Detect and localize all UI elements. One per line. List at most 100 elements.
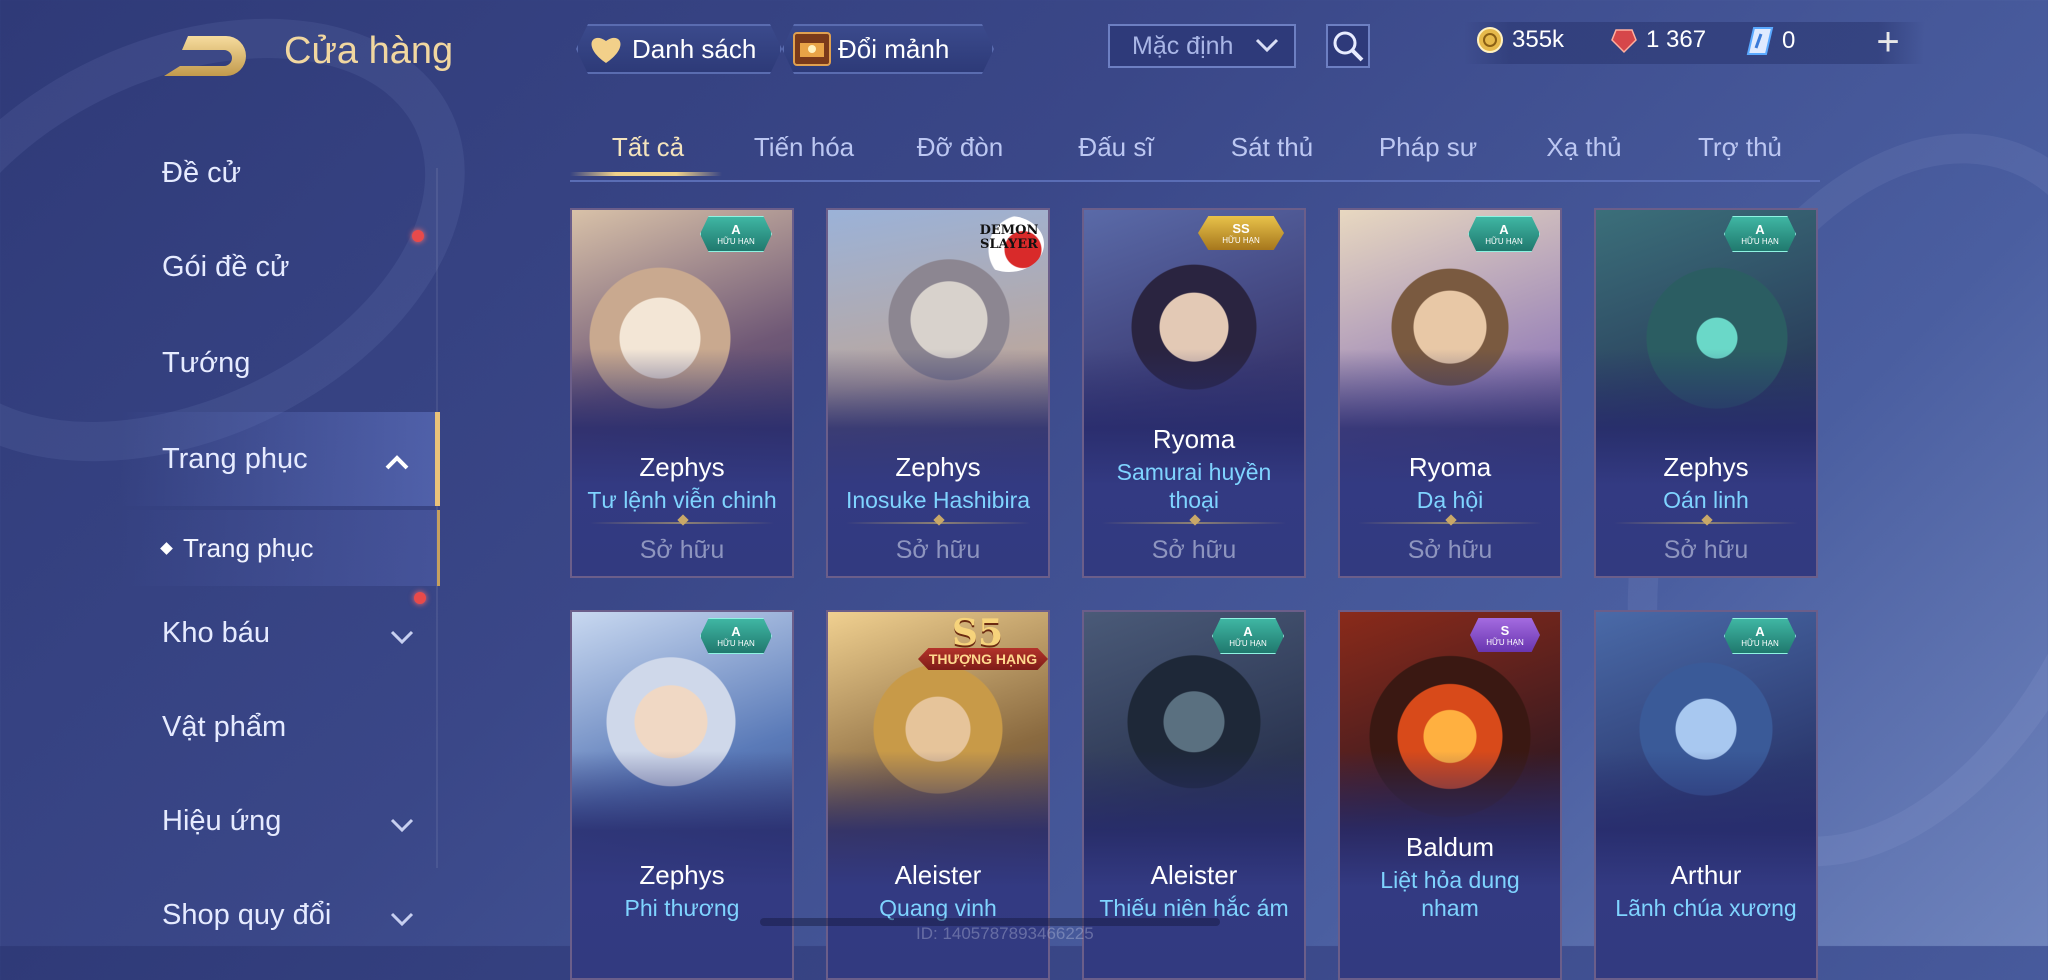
collab-badge: DEMON SLAYER xyxy=(974,216,1044,272)
ruby-amount: 1 367 xyxy=(1646,26,1707,53)
hero-name: Zephys xyxy=(895,452,981,482)
chevron-down-icon xyxy=(388,904,416,937)
sidebar-item-label: Trang phục xyxy=(162,442,308,475)
wishlist-button[interactable]: Danh sách xyxy=(576,24,782,74)
back-arrow-icon xyxy=(164,36,246,76)
sidebar-item-recommended[interactable]: Đề cử xyxy=(120,128,440,218)
sidebar-item-items[interactable]: Vật phẩm xyxy=(120,682,440,772)
tab-all[interactable]: Tất cả xyxy=(570,132,726,163)
wishlist-label: Danh sách xyxy=(632,33,757,64)
grade-badge: A HỮU HẠN xyxy=(1724,216,1796,252)
tab-assassin[interactable]: Sát thủ xyxy=(1194,132,1350,163)
grade-badge: A HỮU HẠN xyxy=(700,216,772,252)
tab-support[interactable]: Trợ thủ xyxy=(1662,132,1818,163)
search-icon xyxy=(1333,31,1364,62)
sort-dropdown[interactable]: Mặc định xyxy=(1108,24,1296,68)
chevron-down-icon xyxy=(388,810,416,843)
skin-name-line2: thoại xyxy=(1169,487,1219,513)
skin-card[interactable]: A HỮU HẠN Zephys Oán linh Sở hữu xyxy=(1594,208,1818,578)
owned-status: Sở hữu xyxy=(1151,536,1237,564)
sidebar-item-skins[interactable]: Trang phục xyxy=(120,412,440,506)
skin-name: Inosuke Hashibira xyxy=(845,487,1031,513)
tab-evolution[interactable]: Tiến hóa xyxy=(726,132,882,163)
skin-name: Dạ hội xyxy=(1416,487,1484,513)
hero-name: Ryoma xyxy=(1152,424,1236,454)
grade-badge: SS HỮU HẠN xyxy=(1198,216,1284,250)
user-id-watermark: ID: 1405787893466225 xyxy=(916,924,1094,943)
owned-status: Sở hữu xyxy=(639,536,725,564)
hero-name: Arthur xyxy=(1670,860,1742,890)
hero-name: Aleister xyxy=(894,860,982,890)
tab-fighter[interactable]: Đấu sĩ xyxy=(1038,132,1194,163)
grade-badge: A HỮU HẠN xyxy=(1212,618,1284,654)
gold-amount: 355k xyxy=(1512,26,1565,53)
category-tabs: Tất cả Tiến hóa Đỡ đòn Đấu sĩ Sát thủ Ph… xyxy=(570,120,1820,182)
voucher-amount: 0 xyxy=(1782,27,1796,54)
skin-name: Oán linh xyxy=(1663,487,1749,513)
hero-name: Zephys xyxy=(639,452,725,482)
grade-badge: A HỮU HẠN xyxy=(1724,618,1796,654)
back-button[interactable] xyxy=(160,30,250,80)
hero-name: Baldum xyxy=(1405,832,1495,862)
exchange-label: Đổi mảnh xyxy=(838,33,950,64)
active-tab-underline xyxy=(570,172,722,176)
grade-badge: A HỮU HẠN xyxy=(1468,216,1540,252)
notification-dot xyxy=(412,230,424,242)
grade-badge: S HỮU HẠN xyxy=(1470,618,1540,652)
chevron-down-icon xyxy=(388,622,416,655)
skin-card[interactable]: S HỮU HẠN Baldum Liệt hỏa dung nham xyxy=(1338,610,1562,980)
page-title: Cửa hàng xyxy=(284,30,454,72)
gold-coin-icon xyxy=(1477,27,1503,53)
skin-card[interactable]: A HỮU HẠN Ryoma Dạ hội Sở hữu xyxy=(1338,208,1562,578)
ruby-balance: 1 367 xyxy=(1610,26,1706,54)
sidebar-item-label: Hiệu ứng xyxy=(162,804,282,837)
skin-card[interactable]: SS HỮU HẠN Ryoma Samurai huyền thoại Sở h… xyxy=(1082,208,1306,578)
gold-balance: 355k xyxy=(1476,26,1564,54)
tab-marksman[interactable]: Xạ thủ xyxy=(1506,132,1662,163)
heart-icon xyxy=(586,31,626,67)
sidebar-item-heroes[interactable]: Tướng xyxy=(120,318,440,408)
sidebar-subitem-skins[interactable]: Trang phục xyxy=(120,510,440,586)
ruby-gem-icon xyxy=(1611,29,1637,54)
skin-card[interactable]: DEMON SLAYER Zephys Inosuke Hashibira Sở… xyxy=(826,208,1050,578)
bullet-diamond-icon xyxy=(160,541,173,555)
treasure-chest-icon xyxy=(792,31,832,67)
skin-name-line2: nham xyxy=(1421,895,1479,921)
sidebar-item-bundles[interactable]: Gói đề cử xyxy=(120,222,440,312)
sidebar-item-label: Đề cử xyxy=(162,156,242,189)
rank-label: THƯỢNG HẠNG xyxy=(918,648,1048,670)
top-up-plus-button[interactable]: + xyxy=(1870,22,1906,62)
sidebar-item-label: Vật phẩm xyxy=(162,710,287,743)
skin-card[interactable]: A HỮU HẠN Zephys Tư lệnh viễn chinh Sở hữ… xyxy=(570,208,794,578)
owned-status: Sở hữu xyxy=(1663,536,1749,564)
hero-name: Aleister xyxy=(1150,860,1238,890)
search-button[interactable] xyxy=(1326,24,1370,68)
exchange-shards-button[interactable]: Đổi mảnh xyxy=(782,24,994,74)
owned-status: Sở hữu xyxy=(1407,536,1493,564)
rank-reward-badge: S5 THƯỢNG HẠNG xyxy=(918,612,1048,672)
sidebar-item-treasure[interactable]: Kho báu xyxy=(120,588,440,678)
skin-name: Phi thương xyxy=(624,895,740,921)
voucher-card-icon xyxy=(1746,27,1774,55)
grade-badge: A HỮU HẠN xyxy=(700,618,772,654)
sidebar-item-label: Gói đề cử xyxy=(162,250,290,283)
tab-tank[interactable]: Đỡ đòn xyxy=(882,132,1038,163)
sidebar-item-label: Shop quy đổi xyxy=(162,898,332,931)
owned-status: Sở hữu xyxy=(895,536,981,564)
notification-dot xyxy=(414,592,426,604)
tab-mage[interactable]: Pháp sư xyxy=(1350,132,1506,163)
skin-name: Tư lệnh viễn chinh xyxy=(587,487,777,513)
skin-name: Liệt hỏa dung xyxy=(1380,867,1520,893)
sidebar-subitem-label: Trang phục xyxy=(183,532,314,563)
sidebar-item-label: Tướng xyxy=(162,346,251,379)
sidebar-item-effects[interactable]: Hiệu ứng xyxy=(120,776,440,866)
skin-name: Samurai huyền xyxy=(1116,459,1272,485)
sidebar-item-exchange-shop[interactable]: Shop quy đổi xyxy=(120,870,440,960)
chevron-down-icon xyxy=(1254,34,1280,63)
hero-name: Ryoma xyxy=(1408,452,1492,482)
season-rank: S5 xyxy=(952,612,1004,654)
chevron-up-icon xyxy=(383,448,411,481)
hero-name: Zephys xyxy=(639,860,725,890)
card-shade xyxy=(1340,751,1560,978)
skin-card[interactable]: A HỮU HẠN Arthur Lãnh chúa xương xyxy=(1594,610,1818,980)
